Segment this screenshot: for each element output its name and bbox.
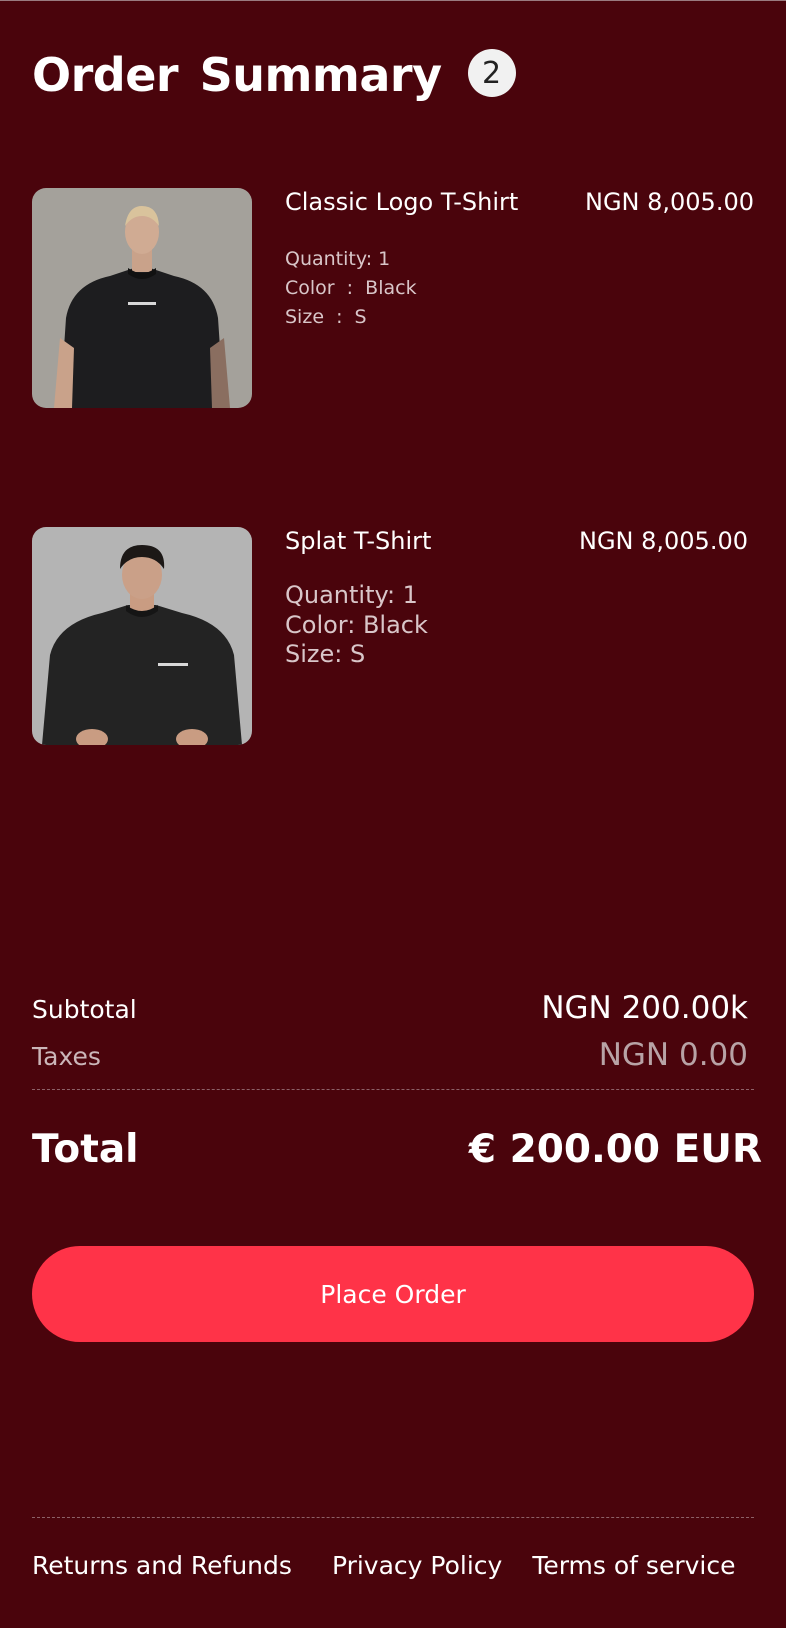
item-name: Classic Logo T-Shirt — [285, 188, 519, 216]
taxes-row: Taxes NGN 0.00 — [32, 1037, 748, 1073]
page-title: Order Summary — [32, 48, 442, 102]
order-item: Classic Logo T-Shirt NGN 8,005.00 Quanti… — [32, 188, 754, 408]
item-quantity: Quantity: 1 — [285, 248, 391, 270]
item-size: Size: S — [285, 640, 366, 668]
product-image — [32, 188, 252, 408]
footer-links: Returns and Refunds Privacy Policy Terms… — [32, 1551, 735, 1580]
subtotal-label: Subtotal — [32, 995, 137, 1024]
total-label: Total — [32, 1127, 139, 1172]
terms-of-service-link[interactable]: Terms of service — [532, 1551, 735, 1580]
product-photo-icon — [32, 188, 252, 408]
top-border — [0, 0, 786, 1]
returns-and-refunds-link[interactable]: Returns and Refunds — [32, 1551, 292, 1580]
item-color: Color: Black — [285, 611, 428, 639]
total-value: € 200.00 EUR — [468, 1127, 762, 1172]
item-name: Splat T-Shirt — [285, 527, 432, 555]
item-count-badge: 2 — [467, 49, 516, 97]
place-order-button[interactable]: Place Order — [32, 1246, 754, 1342]
taxes-label: Taxes — [32, 1042, 101, 1071]
subtotal-row: Subtotal NGN 200.00k — [32, 990, 748, 1026]
order-item: Splat T-Shirt NGN 8,005.00 Quantity: 1 C… — [32, 527, 754, 747]
item-quantity: Quantity: 1 — [285, 581, 418, 609]
product-photo-icon — [32, 527, 252, 745]
summary-divider — [32, 1089, 754, 1090]
subtotal-value: NGN 200.00k — [541, 990, 748, 1026]
page-header: Order Summary 2 — [32, 48, 516, 102]
taxes-value: NGN 0.00 — [598, 1037, 748, 1073]
item-size: Size : S — [285, 306, 367, 328]
total-row: Total € 200.00 EUR — [32, 1127, 762, 1172]
product-image — [32, 527, 252, 745]
privacy-policy-link[interactable]: Privacy Policy — [332, 1551, 502, 1580]
item-price: NGN 8,005.00 — [578, 527, 748, 555]
item-price: NGN 8,005.00 — [584, 188, 754, 216]
item-color: Color : Black — [285, 277, 417, 299]
footer-divider — [32, 1517, 754, 1518]
